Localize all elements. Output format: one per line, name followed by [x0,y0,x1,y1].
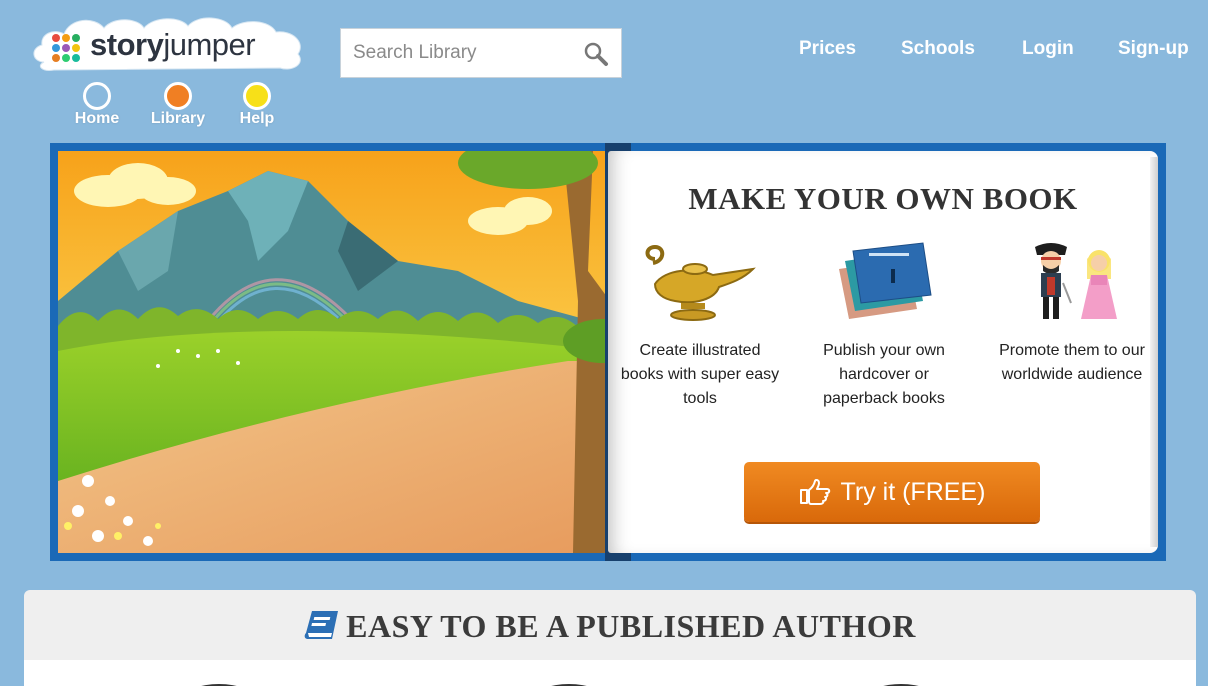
logo-dots-icon [52,34,82,64]
magic-lamp-icon [645,244,756,321]
search-box [340,28,622,78]
characters-icon [1035,243,1117,319]
nav-prices-link[interactable]: Prices [799,38,856,60]
feature-create: Create illustrated books with super easy… [620,239,780,411]
try-it-free-label: Try it (FREE) [840,477,986,506]
library-circle-icon [164,82,192,110]
book-icon [304,611,339,639]
logo-wordmark: storyjumper [90,27,256,63]
hero-book: MAKE YOUR OWN BOOK Create illustrated bo… [50,143,1166,561]
help-circle-icon [243,82,271,110]
home-circle-icon [83,82,111,110]
section-body [24,660,1196,686]
hand-pointing-icon [799,479,830,505]
storyjumper-logo[interactable]: storyjumper [30,12,306,72]
circle-nav-home[interactable]: Home [62,82,132,128]
circle-nav: Home Library Help [68,82,308,132]
section-title: EASY TO BE A PUBLISHED AUTHOR [24,608,1196,645]
feature-publish-text: Publish your own hardcover or paperback … [823,342,945,407]
easy-author-section: EASY TO BE A PUBLISHED AUTHOR [24,590,1196,686]
search-icon[interactable] [583,41,609,67]
nav-schools-link[interactable]: Schools [901,38,975,60]
library-label: Library [150,110,206,127]
hero-right-page: MAKE YOUR OWN BOOK Create illustrated bo… [608,151,1158,553]
help-label: Help [239,110,275,127]
nav-login-link[interactable]: Login [1022,38,1074,60]
section-title-text: EASY TO BE A PUBLISHED AUTHOR [346,608,916,644]
circle-nav-library[interactable]: Library [143,82,213,128]
books-icon [839,242,932,319]
try-it-free-button[interactable]: Try it (FREE) [744,462,1040,522]
nav-signup-link[interactable]: Sign-up [1118,38,1189,60]
logo-text-story: story [90,27,164,62]
feature-promote-text: Promote them to our worldwide audience [999,342,1145,383]
logo-text-jumper: jumper [163,27,256,62]
circle-nav-help[interactable]: Help [222,82,292,128]
home-label: Home [74,110,120,127]
feature-promote: Promote them to our worldwide audience [992,239,1152,387]
feature-create-text: Create illustrated books with super easy… [620,342,780,407]
feature-publish: Publish your own hardcover or paperback … [804,239,964,411]
hero-title: MAKE YOUR OWN BOOK [688,181,1078,216]
search-input[interactable] [341,29,571,77]
landscape-illustration [58,151,610,553]
